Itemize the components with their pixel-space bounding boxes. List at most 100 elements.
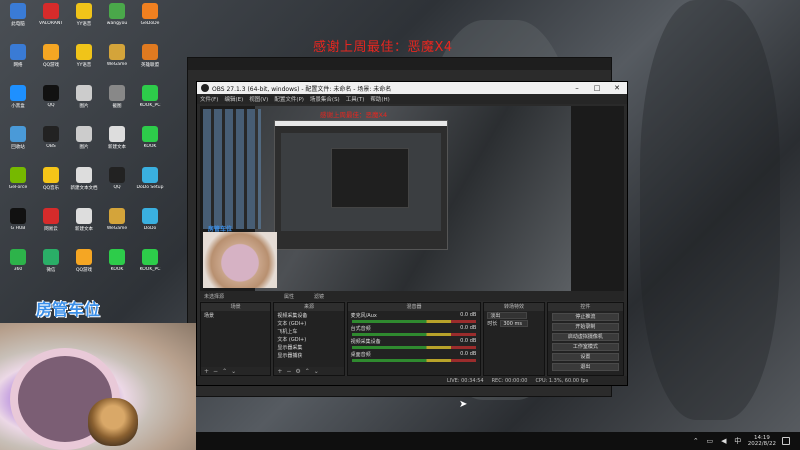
source-item[interactable]: 显示器捕获	[274, 351, 343, 359]
taskbar: ⌃ ▭ ◀ 中 14:19 2022/8/22	[196, 432, 800, 450]
desktop-icon[interactable]: 新建文本文档	[68, 167, 100, 197]
desktop-icon[interactable]: G HUB	[2, 208, 34, 238]
desktop-icon[interactable]: QQ	[101, 167, 133, 197]
source-item[interactable]: 显示器采集	[274, 343, 343, 351]
add-icon[interactable]: +	[277, 368, 282, 375]
clock[interactable]: 14:19 2022/8/22	[748, 435, 776, 447]
desktop-icon-label: YY语音	[76, 63, 92, 68]
scene-item[interactable]: 场景	[201, 311, 270, 319]
volume-meter[interactable]	[351, 320, 477, 323]
volume-icon[interactable]: ◀	[720, 437, 728, 445]
studio-mode-button[interactable]: 工作室模式	[551, 343, 619, 351]
title-bar: OBS 27.1.3 (64-bit, windows) - 配置文件: 未命名…	[197, 82, 627, 94]
desktop-icon[interactable]: KOOK	[134, 126, 166, 156]
desktop-icon[interactable]: 此电脑	[2, 3, 34, 33]
source-item[interactable]: 文本 (GDI+)	[274, 319, 343, 327]
desktop-icon[interactable]: YY语音	[68, 3, 100, 33]
down-icon[interactable]: ⌄	[231, 368, 236, 375]
menu-view[interactable]: 视图(V)	[249, 95, 268, 103]
desktop-icon[interactable]: 小黑盒	[2, 85, 34, 115]
desktop-icon[interactable]: QQ音乐	[35, 167, 67, 197]
notification-icon[interactable]	[782, 437, 790, 445]
filters-button[interactable]: 滤镜	[314, 293, 324, 300]
menu-file[interactable]: 文件(F)	[200, 95, 218, 103]
desktop-icon[interactable]: QQ游戏	[68, 249, 100, 279]
app-icon	[76, 249, 92, 265]
desktop-icon[interactable]: wangyou	[101, 3, 133, 33]
mixer-channel-level: 0.0 dB	[460, 312, 477, 318]
duration-input[interactable]: 300 ms	[500, 319, 529, 327]
preview-canvas[interactable]: 感谢上周最佳：恶魔X4 房管车位	[200, 106, 624, 291]
desktop-icon[interactable]: DoDo Setup	[134, 167, 166, 197]
source-item[interactable]: 飞机上车	[274, 327, 343, 335]
desktop-icon[interactable]: 微信	[35, 249, 67, 279]
desktop-icon[interactable]: QQ	[35, 85, 67, 115]
desktop-icon[interactable]: QQ游戏	[35, 44, 67, 74]
desktop-icon[interactable]: 新建文本	[68, 208, 100, 238]
desktop-icon[interactable]: VALORANT	[35, 3, 67, 33]
app-icon	[76, 85, 92, 101]
desktop-icon[interactable]: YY语音	[68, 44, 100, 74]
app-icon	[76, 167, 92, 183]
desktop-icon[interactable]: 截图	[101, 85, 133, 115]
transitions-title: 转场特效	[484, 303, 544, 311]
start-virtual-camera-button[interactable]: 启动虚拟摄像机	[551, 333, 619, 341]
desktop-icon[interactable]: 360	[2, 249, 34, 279]
remove-icon[interactable]: −	[286, 368, 291, 375]
desktop-icon-label: OBS	[46, 144, 56, 149]
source-item[interactable]: 文本 (GDI+)	[274, 335, 343, 343]
up-icon[interactable]: ⌃	[305, 368, 310, 375]
desktop-icon[interactable]: 回收站	[2, 126, 34, 156]
up-icon[interactable]: ⌃	[222, 368, 227, 375]
network-icon[interactable]: ▭	[706, 437, 714, 445]
menu-profile[interactable]: 配置文件(P)	[274, 95, 304, 103]
source-item[interactable]: 视频采集设备	[274, 311, 343, 319]
minimize-button[interactable]: –	[567, 84, 587, 92]
properties-button[interactable]: 属性	[284, 293, 294, 300]
add-icon[interactable]: +	[204, 368, 209, 375]
exit-button[interactable]: 退出	[551, 363, 619, 371]
start-recording-button[interactable]: 开始录制	[551, 323, 619, 331]
menu-scene-collection[interactable]: 场景集合(S)	[310, 95, 340, 103]
desktop-icon[interactable]: 网络	[2, 44, 34, 74]
app-icon	[142, 44, 158, 60]
desktop-icon[interactable]: KOOK	[101, 249, 133, 279]
desktop-icon-label: KOOK_PC	[139, 267, 161, 272]
volume-meter[interactable]	[351, 359, 477, 362]
sources-dock: 来源 视频采集设备 文本 (GDI+) 飞机上车 文本 (GDI+) 显示器采集…	[273, 302, 345, 376]
stop-streaming-button[interactable]: 停止推流	[551, 313, 619, 321]
ime-indicator[interactable]: 中	[734, 437, 742, 445]
desktop-icon[interactable]: 图片	[68, 85, 100, 115]
desktop-icon-label: 新建文本	[108, 145, 126, 150]
background-rock	[640, 0, 780, 420]
desktop-icon[interactable]: KOOK_PC	[134, 249, 166, 279]
desktop-icon-label: QQ游戏	[75, 268, 93, 273]
volume-meter[interactable]	[351, 333, 477, 336]
desktop-icon[interactable]: 网易云	[35, 208, 67, 238]
down-icon[interactable]: ⌄	[314, 368, 319, 375]
desktop-icon-label: QQ音乐	[42, 186, 60, 191]
desktop-icon[interactable]: WeGame	[101, 44, 133, 74]
desktop-icon[interactable]: 图片	[68, 126, 100, 156]
maximize-button[interactable]: □	[587, 84, 607, 92]
duration-label: 时长	[487, 320, 498, 327]
desktop-icon[interactable]: KOOK_PC	[134, 85, 166, 115]
settings-button[interactable]: 设置	[551, 353, 619, 361]
desktop-icon[interactable]: DoDo	[134, 208, 166, 238]
close-button[interactable]: ✕	[607, 84, 627, 92]
desktop-icon[interactable]: 新建文本	[101, 126, 133, 156]
menu-edit[interactable]: 编辑(E)	[224, 95, 243, 103]
gear-icon[interactable]: ⚙	[295, 368, 300, 375]
chevron-up-icon[interactable]: ⌃	[692, 437, 700, 445]
desktop-icon[interactable]: OBS	[35, 126, 67, 156]
remove-icon[interactable]: −	[213, 368, 218, 375]
menu-tools[interactable]: 工具(T)	[346, 95, 365, 103]
desktop-icon[interactable]: WeGame	[101, 208, 133, 238]
volume-meter[interactable]	[351, 346, 477, 349]
desktop-icon[interactable]: GeForce	[2, 167, 34, 197]
desktop-icon[interactable]: 英雄联盟	[134, 44, 166, 74]
desktop-icon[interactable]: GeDoDe	[134, 3, 166, 33]
app-icon	[10, 167, 26, 183]
menu-help[interactable]: 帮助(H)	[370, 95, 389, 103]
transition-select[interactable]: 淡出	[487, 311, 528, 319]
